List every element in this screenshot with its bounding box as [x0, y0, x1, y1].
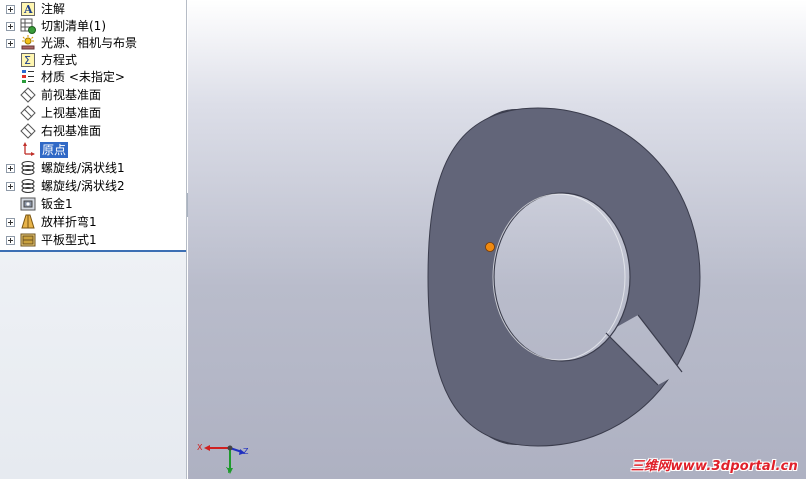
expand-icon[interactable]	[6, 22, 15, 31]
lofted-bend-icon	[20, 214, 36, 230]
flat-pattern-icon	[20, 232, 36, 248]
origin-icon	[20, 142, 36, 158]
feature-manager-tree: A 注解 切割清单(1) 光源、相机与布景 Σ 方程式 材质 <未指定> 前视基…	[0, 0, 187, 479]
plane-icon	[20, 123, 36, 139]
tree-item-label: 螺旋线/涡状线2	[41, 179, 125, 193]
tree-item-helix-1[interactable]: 螺旋线/涡状线1	[0, 159, 186, 177]
tree-item-lights-cameras-scene[interactable]: 光源、相机与布景	[0, 34, 186, 52]
plane-icon	[20, 87, 36, 103]
reference-triad	[204, 445, 245, 474]
tree-item-label: 螺旋线/涡状线1	[41, 161, 125, 175]
expand-icon[interactable]	[6, 164, 15, 173]
tree-item-label: 右视基准面	[41, 124, 102, 138]
svg-text:A: A	[23, 3, 33, 16]
tree-item-front-plane[interactable]: 前视基准面	[0, 86, 186, 104]
tree-item-label: 前视基准面	[41, 88, 102, 102]
triad-y-label: Y	[226, 466, 231, 475]
tree-empty-area	[0, 250, 186, 479]
material-icon	[20, 69, 36, 85]
tree-item-flat-pattern[interactable]: 平板型式1	[0, 231, 186, 249]
tree-item-helix-2[interactable]: 螺旋线/涡状线2	[0, 177, 186, 195]
triad-x-label: X	[197, 443, 203, 452]
tree-item-label: 注解	[41, 2, 66, 16]
tree-item-sheet-metal[interactable]: 钣金1	[0, 195, 186, 213]
lights-cameras-scene-icon	[20, 35, 36, 51]
svg-text:Σ: Σ	[24, 54, 31, 67]
tree-item-label: 钣金1	[41, 197, 73, 211]
model-canvas	[204, 107, 701, 474]
tree-item-label: 切割清单(1)	[41, 19, 106, 33]
helix-icon	[20, 178, 36, 194]
origin-marker[interactable]	[485, 242, 495, 252]
plane-icon	[20, 105, 36, 121]
expand-icon[interactable]	[6, 39, 15, 48]
expand-icon[interactable]	[6, 218, 15, 227]
site-watermark: 三维网www.3dportal.cn	[630, 459, 798, 474]
expand-icon[interactable]	[6, 5, 15, 14]
sheet-metal-icon	[20, 196, 36, 212]
tree-item-label: 方程式	[41, 53, 78, 67]
helix-icon	[20, 160, 36, 176]
expand-icon[interactable]	[6, 236, 15, 245]
tree-item-material[interactable]: 材质 <未指定>	[0, 68, 186, 86]
tree-item-label: 原点	[40, 142, 69, 158]
tree-item-label: 光源、相机与布景	[41, 36, 138, 50]
tree-item-right-plane[interactable]: 右视基准面	[0, 122, 186, 140]
tree-item-equations[interactable]: Σ 方程式	[0, 51, 186, 69]
equations-icon: Σ	[20, 52, 36, 68]
split-washer-part[interactable]	[427, 107, 701, 447]
graphics-viewport[interactable]: X Y Z 三维网www.3dportal.cn	[188, 0, 806, 479]
tree-item-label: 材质 <未指定>	[41, 70, 125, 84]
tree-item-lofted-bend[interactable]: 放样折弯1	[0, 213, 186, 231]
annotation-icon: A	[20, 1, 36, 17]
tree-item-cut-list[interactable]: 切割清单(1)	[0, 17, 186, 35]
tree-item-origin[interactable]: 原点	[0, 141, 186, 159]
tree-item-label: 平板型式1	[41, 233, 97, 247]
tree-item-top-plane[interactable]: 上视基准面	[0, 104, 186, 122]
triad-z-label: Z	[243, 447, 249, 456]
tree-item-label: 上视基准面	[41, 106, 102, 120]
tree-item-annotations[interactable]: A 注解	[0, 0, 186, 18]
tree-item-label: 放样折弯1	[41, 215, 97, 229]
cut-list-icon	[20, 18, 36, 34]
expand-icon[interactable]	[6, 182, 15, 191]
